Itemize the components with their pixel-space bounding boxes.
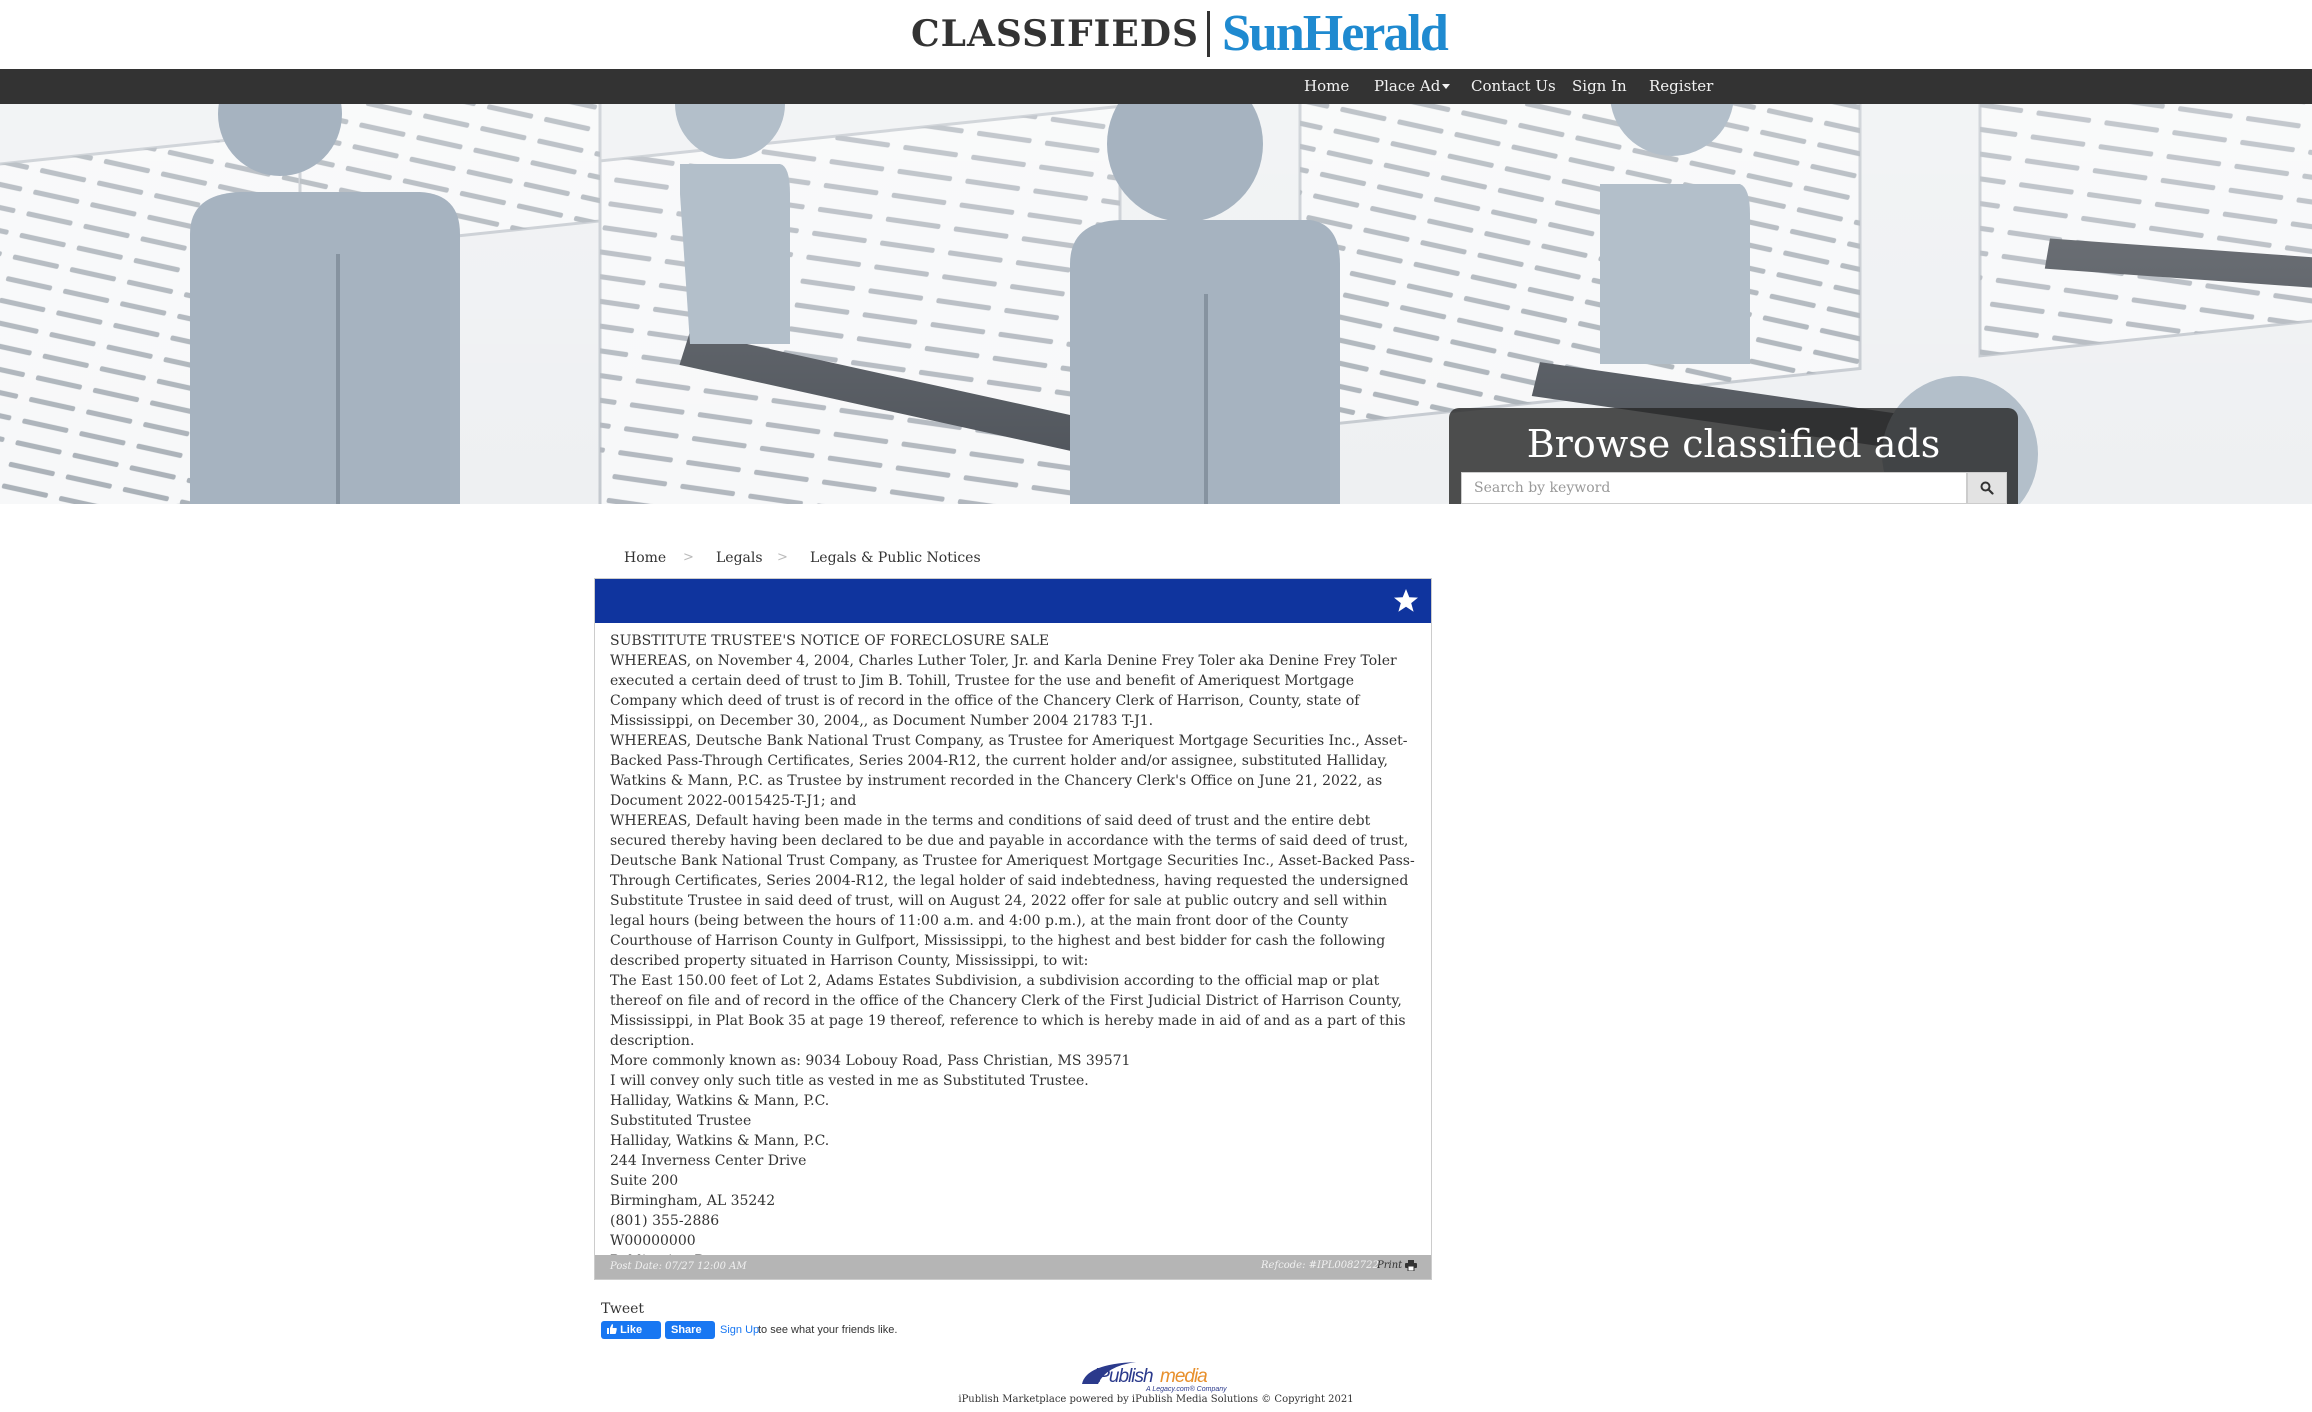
ad-line: Halliday, Watkins & Mann, P.C. — [610, 1093, 830, 1109]
search-button[interactable] — [1967, 472, 2007, 504]
ad-line: W00000000 — [610, 1233, 696, 1249]
nav-register[interactable]: Register — [1649, 69, 1713, 104]
ad-panel: SUBSTITUTE TRUSTEE'S NOTICE OF FORECLOSU… — [594, 578, 1432, 1280]
ad-title: SUBSTITUTE TRUSTEE'S NOTICE OF FORECLOSU… — [610, 633, 1050, 649]
post-date: Post Date: 07/27 12:00 AM — [610, 1261, 747, 1272]
printer-icon[interactable] — [1405, 1260, 1417, 1271]
search-title: Browse classified ads — [1526, 422, 1941, 466]
legacy-tagline: A Legacy.com® Company — [1145, 1385, 1227, 1393]
ipublish-media-logo[interactable]: iPublish media A Legacy.com® Company — [1076, 1358, 1236, 1394]
ad-paragraph: WHEREAS, on November 4, 2004, Charles Lu… — [610, 653, 1397, 729]
nav-contact-us[interactable]: Contact Us — [1471, 69, 1556, 104]
top-navbar: Home Place Ad Contact Us Sign In Registe… — [0, 69, 2312, 104]
nav-home[interactable]: Home — [1304, 69, 1349, 104]
nav-sign-in[interactable]: Sign In — [1572, 69, 1627, 104]
breadcrumb-home[interactable]: Home — [624, 550, 666, 566]
site-logo[interactable]: CLASSIFIEDS SunHerald — [911, 5, 1449, 62]
ad-line: More commonly known as: 9034 Lobouy Road… — [610, 1053, 1131, 1069]
ad-line: Substituted Trustee — [610, 1113, 752, 1129]
ad-line: (801) 355-2886 — [610, 1213, 720, 1229]
logo-classifieds-text: CLASSIFIEDS — [911, 11, 1210, 57]
nav-place-ad[interactable]: Place Ad — [1374, 69, 1451, 104]
search-panel: Browse classified ads — [1449, 408, 2018, 504]
search-input[interactable] — [1461, 472, 1967, 504]
ad-header — [595, 579, 1431, 623]
hero-banner: Browse classified ads — [0, 104, 2312, 504]
breadcrumb-separator: > — [777, 550, 788, 565]
ad-paragraph: WHEREAS, Deutsche Bank National Trust Co… — [610, 733, 1408, 809]
star-icon[interactable] — [1393, 588, 1419, 614]
ad-paragraph: The East 150.00 feet of Lot 2, Adams Est… — [610, 973, 1406, 1049]
facebook-friends-text: to see what your friends like. — [758, 1324, 898, 1336]
ad-body: SUBSTITUTE TRUSTEE'S NOTICE OF FORECLOSU… — [610, 631, 1420, 1271]
nav-place-ad-label: Place Ad — [1374, 77, 1441, 95]
facebook-sign-up-link[interactable]: Sign Up — [720, 1324, 759, 1336]
print-link[interactable]: Print — [1377, 1260, 1402, 1271]
media-logo-text: media — [1160, 1366, 1207, 1387]
search-icon — [1980, 481, 1994, 495]
logo-brand-text: SunHerald — [1222, 5, 1449, 62]
breadcrumb-separator: > — [683, 550, 694, 565]
footer-copyright: iPublish Marketplace powered by iPublish… — [958, 1394, 1354, 1405]
ad-line: Birmingham, AL 35242 — [610, 1193, 776, 1209]
ad-line: I will convey only such title as vested … — [610, 1073, 1089, 1089]
breadcrumb-legals[interactable]: Legals — [716, 550, 763, 566]
ipublish-logo-text: iPublish — [1094, 1366, 1153, 1387]
ad-footer: Post Date: 07/27 12:00 AM Refcode: #IPL0… — [595, 1255, 1431, 1279]
refcode: Refcode: #IPL0082722 — [1261, 1260, 1379, 1271]
ad-paragraph: WHEREAS, Default having been made in the… — [610, 813, 1415, 969]
caret-down-icon — [1442, 84, 1451, 89]
tweet-link[interactable]: Tweet — [601, 1301, 644, 1317]
ad-line: Suite 200 — [610, 1173, 679, 1189]
facebook-like-button[interactable]: Like — [601, 1321, 661, 1339]
thumbs-up-icon — [607, 1324, 617, 1334]
breadcrumb-legals-public-notices[interactable]: Legals & Public Notices — [810, 550, 981, 566]
logo-bar: CLASSIFIEDS SunHerald — [0, 0, 2312, 69]
facebook-like-label: Like — [620, 1324, 643, 1336]
ad-line: Halliday, Watkins & Mann, P.C. — [610, 1133, 830, 1149]
ad-line: 244 Inverness Center Drive — [610, 1153, 807, 1169]
facebook-share-button[interactable]: Share — [665, 1321, 715, 1339]
